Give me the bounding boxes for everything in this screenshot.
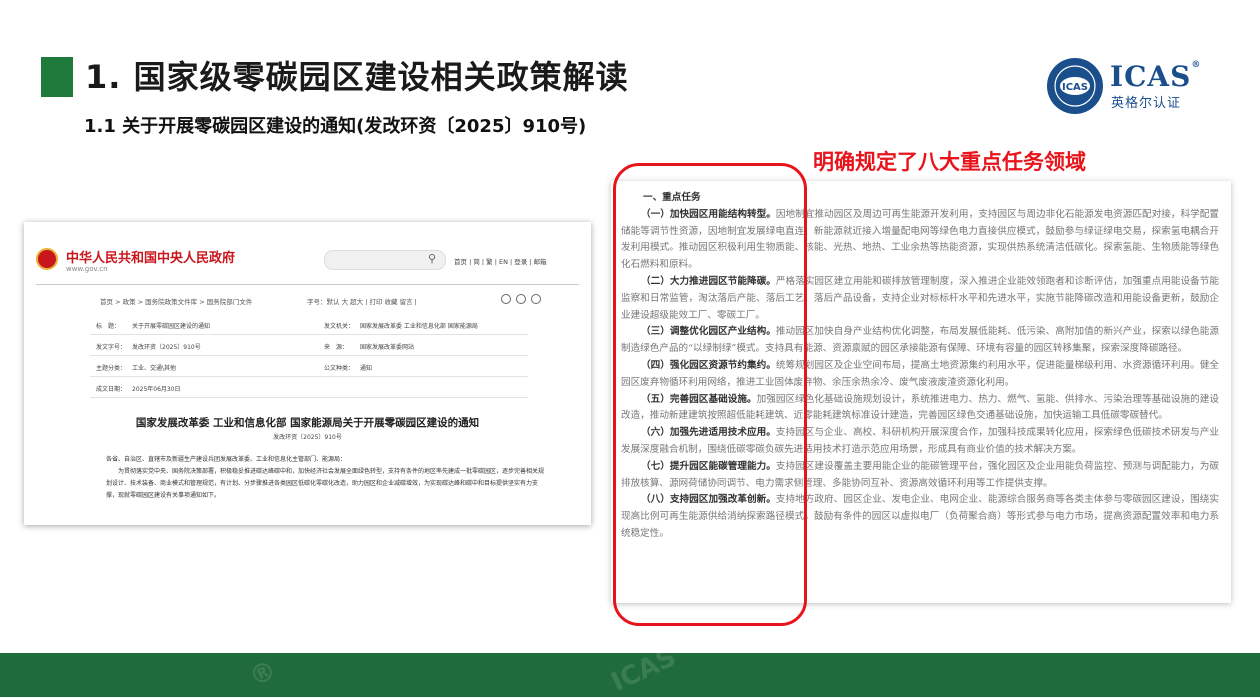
meta-row: 发文字号： 发改环资〔2025〕910号 来 源： 国家发展改革委网站	[90, 335, 528, 356]
meta-label: 主题分类：	[96, 365, 127, 372]
meta-value: 关于开展零碳园区建设的通知	[132, 323, 211, 330]
title-accent-bar	[41, 57, 73, 97]
callout-text: 明确规定了八大重点任务领域	[813, 150, 1086, 174]
meta-row: 成文日期： 2025年06月30日	[90, 377, 528, 398]
meta-value: 通知	[360, 365, 373, 372]
breadcrumb[interactable]: 首页 > 政策 > 国务院政策文件库 > 国务院部门文件	[100, 296, 252, 306]
task-highlight-outline	[613, 163, 807, 626]
meta-value: 工业、交通\其他	[132, 365, 177, 372]
weibo-share-icon[interactable]	[516, 294, 526, 304]
gov-page-screenshot: 中华人民共和国中央人民政府 www.gov.cn ⚲ 首页 | 简 | 繁 | …	[24, 222, 591, 525]
meta-row: 标 题： 关于开展零碳园区建设的通知 发文机关： 国家发展改革委 工业和信息化部…	[90, 314, 528, 335]
watermark: ®	[244, 654, 282, 694]
meta-label: 发文机关：	[324, 323, 355, 330]
search-icon[interactable]: ⚲	[428, 252, 436, 265]
meta-value: 发改环资〔2025〕910号	[132, 344, 201, 351]
meta-label: 来 源：	[324, 344, 349, 351]
logo-reg-mark: ®	[1191, 60, 1202, 70]
gov-site-url: www.gov.cn	[66, 265, 108, 273]
meta-value: 国家发展改革委 工业和信息化部 国家能源局	[360, 323, 478, 330]
watermark: ICAS	[606, 642, 681, 698]
meta-label: 公文种类：	[324, 365, 355, 372]
footer-bar: ® ICAS	[0, 642, 1260, 698]
gov-doc-number: 发改环资〔2025〕910号	[273, 434, 342, 441]
slide-subtitle: 1.1 关于开展零碳园区建设的通知(发改环资〔2025〕910号)	[84, 116, 587, 137]
meta-value: 国家发展改革委网站	[360, 344, 415, 351]
logo-brand: ICAS	[1110, 60, 1192, 93]
qzone-share-icon[interactable]	[531, 294, 541, 304]
meta-value: 2025年06月30日	[132, 386, 181, 393]
wechat-share-icon[interactable]	[501, 294, 511, 304]
gov-top-nav[interactable]: 首页 | 简 | 繁 | EN | 登录 | 邮箱	[454, 256, 547, 266]
gov-doc-title: 国家发展改革委 工业和信息化部 国家能源局关于开展零碳园区建设的通知	[135, 417, 480, 429]
logo-cn-name: 英格尔认证	[1111, 96, 1182, 111]
gov-site-name: 中华人民共和国中央人民政府	[66, 251, 236, 266]
icas-logo: ICAS ICAS® 英格尔认证	[1045, 56, 1200, 116]
page-tools[interactable]: 字号：默认 大 超大 | 打印 收藏 留言 |	[307, 296, 417, 306]
svg-text:ICAS: ICAS	[1062, 82, 1088, 93]
meta-label: 标 题：	[96, 323, 121, 330]
gov-doc-body: 各省、自治区、直辖市及新疆生产建设兵团发展改革委、工业和信息化主管部门、能源局：…	[106, 454, 546, 502]
national-emblem-icon	[36, 248, 58, 270]
doc-meta-table: 标 题： 关于开展零碳园区建设的通知 发文机关： 国家发展改革委 工业和信息化部…	[90, 314, 528, 398]
meta-label: 发文字号：	[96, 344, 127, 351]
meta-row: 主题分类： 工业、交通\其他 公文种类： 通知	[90, 356, 528, 377]
gov-doc-paragraph: 为贯彻落实党中央、国务院决策部署，积极稳妥推进碳达峰碳中和，加快经济社会发展全面…	[106, 468, 545, 499]
gov-doc-salutation: 各省、自治区、直辖市及新疆生产建设兵团发展改革委、工业和信息化主管部门、能源局：	[106, 456, 347, 463]
icas-seal-icon: ICAS	[1047, 58, 1103, 114]
slide-title: 1. 国家级零碳园区建设相关政策解读	[85, 58, 629, 96]
divider	[36, 284, 579, 285]
meta-label: 成文日期：	[96, 386, 127, 393]
